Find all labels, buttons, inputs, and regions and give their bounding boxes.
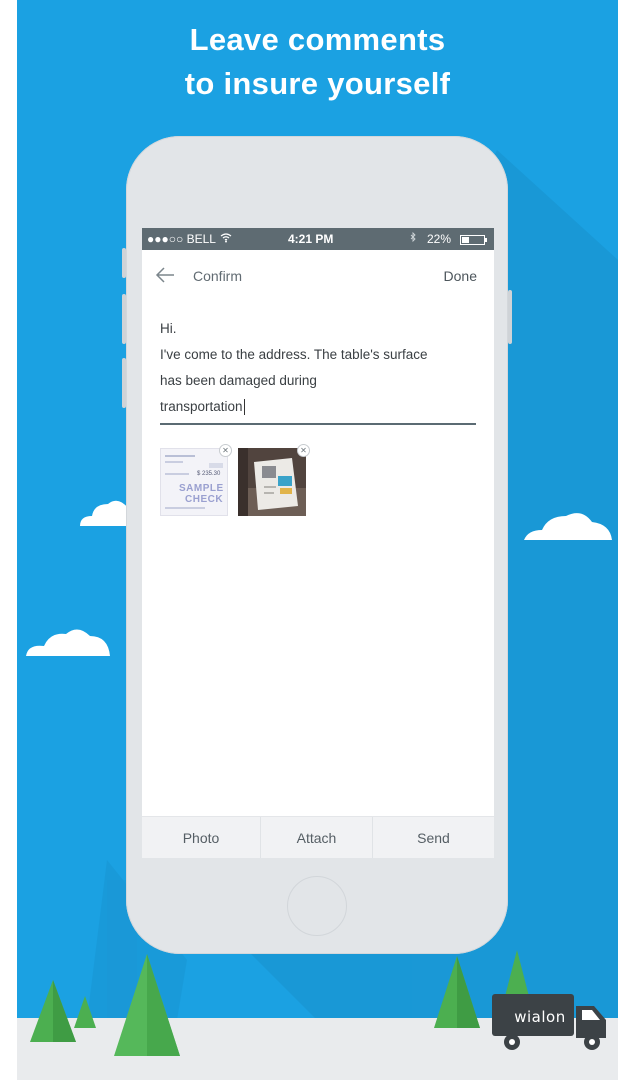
tree-right-1 <box>434 956 480 1028</box>
photo-button[interactable]: Photo <box>142 817 260 858</box>
bluetooth-icon <box>410 231 416 247</box>
carrier-label: ●●●○○ BELL <box>147 232 216 246</box>
comment-line-1: Hi. <box>160 321 177 336</box>
comment-textarea[interactable]: Hi. I've come to the address. The table'… <box>160 316 478 420</box>
comment-line-4: transportation <box>160 399 243 414</box>
comment-line-2: I've come to the address. The table's su… <box>160 347 428 362</box>
cloud-right <box>524 513 612 540</box>
tree-small-left <box>30 980 76 1042</box>
remove-attachment-icon[interactable]: ✕ <box>219 444 232 457</box>
check-stamp-sample: SAMPLE <box>179 483 224 494</box>
app-store-screenshot: Leave comments to insure yourself ●●●○○ … <box>0 0 618 1080</box>
check-stamp-check: CHECK <box>185 494 224 505</box>
arrow-left-icon[interactable] <box>154 264 176 286</box>
wialon-logo: wialon <box>514 1008 566 1026</box>
phone-side-button-top <box>122 248 126 278</box>
tree-large-left <box>114 954 180 1056</box>
phone-screen: ●●●○○ BELL 4:21 PM 22% Confirm Done Hi. … <box>142 228 494 858</box>
status-bar: ●●●○○ BELL 4:21 PM 22% <box>142 228 494 250</box>
battery-icon <box>460 234 488 248</box>
phone-side-button-low <box>122 358 126 408</box>
text-cursor <box>243 399 245 416</box>
tree-tiny-left <box>74 996 96 1028</box>
sample-check-image: $ 235.30 SAMPLE CHECK <box>160 448 228 516</box>
wifi-icon <box>220 232 232 246</box>
receipt-photo-image <box>238 448 306 516</box>
headline-line-1: Leave comments <box>189 22 446 57</box>
phone-power-button <box>508 290 512 344</box>
home-button[interactable] <box>287 876 347 936</box>
send-button[interactable]: Send <box>373 817 494 858</box>
battery-label: 22% <box>427 232 452 246</box>
phone-side-button-mid <box>122 294 126 344</box>
attachment-thumbnail-photo[interactable]: ✕ <box>238 444 310 516</box>
app-bar: Confirm Done <box>142 250 494 300</box>
attach-button[interactable]: Attach <box>261 817 372 858</box>
comment-line-3: has been damaged during <box>160 373 317 388</box>
attachment-thumbnail-check[interactable]: $ 235.30 SAMPLE CHECK ✕ <box>160 444 232 516</box>
check-amount: $ 235.30 <box>197 471 221 477</box>
clock-label: 4:21 PM <box>288 232 334 246</box>
page-title: Confirm <box>193 268 243 284</box>
bottom-toolbar: Photo Attach Send <box>142 816 494 858</box>
remove-attachment-icon[interactable]: ✕ <box>297 444 310 457</box>
textarea-underline <box>160 423 476 425</box>
headline-line-2: to insure yourself <box>184 66 451 101</box>
done-button[interactable]: Done <box>444 268 477 284</box>
cloud-left-lower <box>26 629 110 656</box>
